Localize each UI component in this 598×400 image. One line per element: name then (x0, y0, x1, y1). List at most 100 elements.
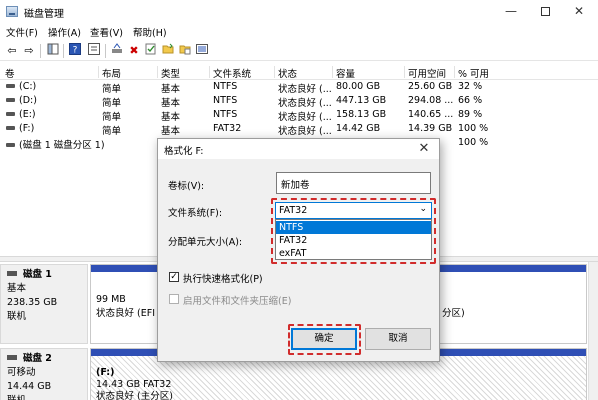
quick-format-label[interactable]: 执行快速格式化(P) (183, 271, 263, 285)
back-icon[interactable]: ⇦ (4, 43, 20, 59)
menu-file[interactable]: 文件(F) (6, 25, 38, 39)
menu-bar: 文件(F) 操作(A) 查看(V) 帮助(H) (0, 23, 598, 41)
list-view-icon[interactable] (194, 43, 210, 59)
format-dialog: 格式化 F: ✕ 卷标(V): 新加卷 文件系统(F): FAT32 ⌄ NTF… (157, 138, 440, 362)
close-button[interactable]: ✕ (562, 0, 596, 23)
new-item-icon[interactable] (177, 43, 193, 59)
menu-view[interactable]: 查看(V) (90, 25, 123, 39)
dialog-close-button[interactable]: ✕ (413, 141, 435, 157)
drive-icon (6, 97, 15, 102)
table-row[interactable]: (C:) 简单 基本 NTFS 状态良好 (... 80.00 GB 25.60… (0, 81, 598, 95)
disk-type: 基本 (7, 283, 27, 294)
status-cell: 状态良好 (... (278, 84, 332, 95)
volume-list-header: 卷 布局 类型 文件系统 状态 容量 可用空间 % 可用 (0, 64, 598, 80)
minimize-button[interactable]: — (494, 0, 528, 23)
table-row[interactable]: (E:) 简单 基本 NTFS 状态良好 (... 158.13 GB 140.… (0, 109, 598, 123)
volume-name: (F:) (19, 123, 35, 134)
connect-drive-icon[interactable] (109, 43, 125, 59)
column-header-capacity[interactable]: 容量 (332, 66, 355, 80)
type-cell: 基本 (161, 112, 181, 123)
disk-state: 联机 (7, 394, 87, 400)
filesystem-cell: NTFS (213, 95, 238, 106)
type-cell: 基本 (161, 98, 181, 109)
column-header-type[interactable]: 类型 (157, 66, 180, 80)
title-bar: 磁盘管理 — ✕ (0, 0, 598, 23)
status-cell: 状态良好 (... (278, 126, 332, 137)
f-partition[interactable]: (F:) 14.43 GB FAT32 状态良好 (主分区) (96, 367, 173, 400)
percent-free-cell: 89 % (458, 109, 483, 120)
disk-name: 磁盘 1 (23, 269, 52, 280)
disk-2-label[interactable]: 磁盘 2 可移动 14.44 GB 联机 (0, 348, 88, 400)
layout-cell: 简单 (102, 126, 122, 137)
capacity-cell: 158.13 GB (336, 109, 387, 120)
maximize-icon (540, 7, 550, 16)
free-space-cell: 294.08 ... (408, 95, 454, 106)
disk-size: 238.35 GB (7, 297, 58, 308)
properties-icon[interactable] (86, 43, 102, 59)
drive-icon (6, 125, 15, 130)
type-cell: 基本 (161, 84, 181, 95)
volume-cell: (磁盘 1 磁盘分区 1) (6, 137, 105, 151)
help-icon[interactable]: ? (67, 43, 83, 59)
layout-cell: 简单 (102, 84, 122, 95)
percent-free-cell: 32 % (458, 81, 483, 92)
menu-help[interactable]: 帮助(H) (133, 25, 167, 39)
console-tree-icon[interactable] (45, 43, 61, 59)
check-icon[interactable] (143, 43, 159, 59)
volume-label-label: 卷标(V): (168, 181, 205, 192)
ok-highlight-box (288, 324, 361, 355)
volume-name: (D:) (19, 95, 37, 106)
disk-1-label[interactable]: 磁盘 1 基本 238.35 GB 联机 (0, 264, 88, 344)
disk-type: 可移动 (7, 367, 36, 378)
volume-name: (C:) (19, 81, 37, 92)
drive-icon (6, 111, 15, 116)
dialog-title-bar: 格式化 F: ✕ (158, 139, 439, 159)
compression-checkbox[interactable] (169, 294, 179, 304)
partition-status: 状态良好 (主分区) (96, 391, 173, 400)
column-header-free-space[interactable]: 可用空间 (404, 66, 446, 80)
column-header-status[interactable]: 状态 (274, 66, 297, 80)
toolbar-separator (105, 44, 106, 58)
percent-free-cell: 100 % (458, 123, 489, 134)
forward-icon[interactable]: ⇨ (21, 43, 37, 59)
filesystem-cell: FAT32 (213, 123, 242, 134)
capacity-cell: 80.00 GB (336, 81, 381, 92)
svg-text:?: ? (73, 46, 78, 56)
percent-free-cell: 100 % (458, 137, 489, 148)
free-space-cell: 14.39 GB (408, 123, 453, 134)
partition-size: 14.43 GB FAT32 (96, 379, 172, 390)
status-cell: 状态良好 (... (278, 112, 332, 123)
vertical-scrollbar[interactable] (588, 262, 598, 400)
capacity-cell: 447.13 GB (336, 95, 387, 106)
quick-format-checkbox[interactable]: ✓ (169, 272, 179, 282)
table-row[interactable]: (D:) 简单 基本 NTFS 状态良好 (... 447.13 GB 294.… (0, 95, 598, 109)
maximize-button[interactable] (528, 0, 562, 23)
filesystem-highlight-box (271, 198, 436, 264)
delete-icon[interactable]: ✖ (126, 43, 142, 59)
disk-management-app-icon (6, 6, 18, 17)
disk-management-window: 磁盘管理 — ✕ 文件(F) 操作(A) 查看(V) 帮助(H) ⇦ ⇨ ? ✖ (0, 0, 598, 400)
column-header-volume[interactable]: 卷 (2, 66, 15, 80)
cancel-button[interactable]: 取消 (365, 328, 431, 350)
column-header-percent-free[interactable]: % 可用 (454, 66, 489, 80)
layout-cell: 简单 (102, 98, 122, 109)
column-header-layout[interactable]: 布局 (98, 66, 121, 80)
capacity-cell: 14.42 GB (336, 123, 381, 134)
filesystem-label: 文件系统(F): (168, 208, 223, 219)
dialog-title: 格式化 F: (164, 146, 204, 157)
menu-action[interactable]: 操作(A) (48, 25, 81, 39)
table-row[interactable]: (F:) 简单 基本 FAT32 状态良好 (... 14.42 GB 14.3… (0, 123, 598, 137)
open-folder-icon[interactable] (160, 43, 176, 59)
layout-cell: 简单 (102, 112, 122, 123)
filesystem-cell: NTFS (213, 109, 238, 120)
disk-icon (7, 355, 17, 360)
partition-name: (F:) (96, 367, 115, 378)
volume-label-input[interactable]: 新加卷 (276, 172, 431, 194)
volume-cell: (C:) (6, 81, 36, 92)
filesystem-cell: NTFS (213, 81, 238, 92)
column-header-filesystem[interactable]: 文件系统 (209, 66, 251, 80)
free-space-cell: 25.60 GB (408, 81, 453, 92)
volume-cell: (D:) (6, 95, 37, 106)
toolbar: ⇦ ⇨ ? ✖ (0, 41, 598, 61)
allocation-unit-label: 分配单元大小(A): (168, 237, 243, 248)
